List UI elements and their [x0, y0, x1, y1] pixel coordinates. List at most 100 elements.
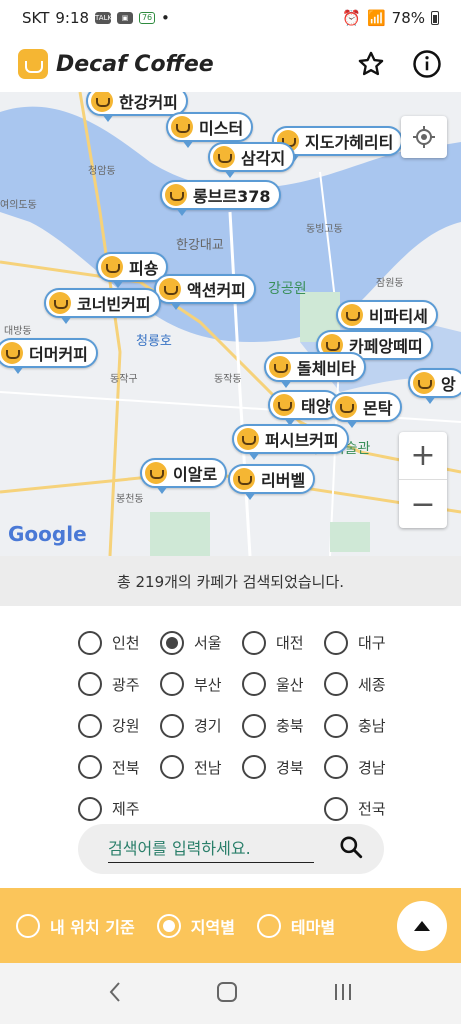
region-label: 전남	[194, 758, 222, 777]
radio-icon	[160, 713, 184, 738]
radio-icon	[160, 672, 184, 697]
star-icon	[358, 51, 384, 76]
region-row: 인천 서울 대전 대구	[78, 622, 408, 664]
region-option[interactable]: 광주	[78, 672, 160, 697]
region-label: 대전	[276, 634, 304, 653]
mode-option-region[interactable]: 지역별	[156, 913, 235, 938]
coffee-cup-icon	[273, 394, 295, 416]
coffee-cup-icon	[171, 116, 193, 138]
my-location-button[interactable]	[401, 116, 447, 158]
region-row: 전북 전남 경북 경남	[78, 747, 408, 789]
radio-icon	[324, 630, 348, 655]
mode-option-my-location[interactable]: 내 위치 기준	[16, 913, 135, 938]
crosshair-icon	[413, 126, 435, 148]
coffee-cup-icon	[233, 468, 255, 490]
cafe-pin[interactable]: 액션커피	[154, 274, 256, 310]
radio-icon	[324, 755, 348, 780]
region-label: 충북	[276, 717, 304, 736]
home-button[interactable]	[216, 981, 238, 1007]
cafe-pin[interactable]: 미스터	[166, 112, 254, 148]
cafe-pin[interactable]: 앙	[408, 368, 461, 404]
map-label: 동작동	[214, 374, 242, 385]
region-option[interactable]: 대구	[324, 630, 406, 655]
system-nav-bar	[0, 963, 461, 1024]
region-option[interactable]: 세종	[324, 672, 406, 697]
region-label: 울산	[276, 675, 304, 694]
carrier: SKT	[22, 9, 50, 27]
cafe-pin[interactable]: 이알로	[140, 458, 228, 494]
cafe-pin[interactable]: 퍼시브커피	[232, 424, 349, 460]
region-option[interactable]: 전남	[160, 755, 242, 780]
coffee-cup-icon	[49, 292, 71, 314]
wifi-icon: 📶	[366, 9, 386, 27]
region-row: 강원 경기 충북 충남	[78, 705, 408, 747]
search-button[interactable]	[338, 834, 364, 864]
cafe-pin[interactable]: 롱브르378	[160, 180, 281, 216]
map-label: 강공원	[268, 281, 307, 297]
region-option[interactable]: 충남	[324, 713, 406, 738]
radio-icon	[324, 672, 348, 697]
coffee-cup-icon	[413, 372, 435, 394]
region-option[interactable]: 강원	[78, 713, 160, 738]
cafe-pin[interactable]: 돌체비타	[264, 352, 366, 388]
region-option[interactable]: 전북	[78, 755, 160, 780]
app-notification-icon: 76	[139, 12, 156, 24]
region-option[interactable]: 경남	[324, 755, 406, 780]
radio-icon	[242, 755, 266, 780]
zoom-controls: + −	[399, 432, 447, 528]
region-label: 광주	[112, 675, 140, 694]
region-label: 세종	[358, 675, 386, 694]
map-label: 잠원동	[376, 278, 404, 289]
region-label: 강원	[112, 717, 140, 736]
battery-icon	[431, 11, 439, 25]
map-label: 청암동	[88, 166, 116, 177]
region-option[interactable]: 충북	[242, 713, 324, 738]
gallery-icon: ▣	[117, 12, 134, 24]
map-label: 대방동	[4, 326, 32, 337]
cafe-pin[interactable]: 한강커피	[86, 92, 188, 122]
radio-icon	[242, 713, 266, 738]
region-option[interactable]: 경기	[160, 713, 242, 738]
battery-text: 78%	[391, 9, 425, 27]
map-view[interactable]: 청암동 여의도동 한강대교 동빙고동 잠원동 대방동 청룡호 동작구 동작동 봉…	[0, 92, 461, 556]
info-button[interactable]	[409, 46, 445, 82]
app-bar: Decaf Coffee	[0, 36, 461, 92]
zoom-out-button[interactable]: −	[399, 480, 447, 528]
region-option[interactable]: 제주	[78, 796, 160, 821]
region-option[interactable]: 인천	[78, 630, 160, 655]
cafe-pin[interactable]: 비파티세	[336, 300, 438, 336]
zoom-in-button[interactable]: +	[399, 432, 447, 480]
coffee-cup-icon	[91, 92, 113, 112]
region-option[interactable]: 서울	[160, 630, 242, 655]
radio-icon	[256, 913, 281, 938]
radio-icon	[78, 713, 102, 738]
cafe-pin[interactable]: 리버벨	[228, 464, 316, 500]
radio-icon	[78, 755, 102, 780]
coffee-cup-icon	[159, 278, 181, 300]
region-option[interactable]: 전국	[324, 796, 406, 821]
region-option[interactable]: 울산	[242, 672, 324, 697]
map-label: 여의도동	[0, 200, 37, 211]
cafe-pin[interactable]: 삼각지	[208, 142, 296, 178]
app-title: Decaf Coffee	[56, 51, 214, 77]
app-logo-icon	[18, 49, 48, 79]
back-button[interactable]	[107, 981, 123, 1007]
region-label: 충남	[358, 717, 386, 736]
recents-button[interactable]	[332, 981, 354, 1007]
radio-icon	[242, 630, 266, 655]
cafe-pin[interactable]: 코너빈커피	[44, 288, 161, 324]
cafe-pin[interactable]: 더머커피	[0, 338, 98, 374]
info-icon	[413, 50, 441, 78]
favorite-star-button[interactable]	[353, 46, 389, 82]
region-option[interactable]: 경북	[242, 755, 324, 780]
region-option[interactable]: 대전	[242, 630, 324, 655]
search-input[interactable]	[108, 835, 314, 863]
collapse-panel-button[interactable]	[397, 901, 447, 951]
coffee-cup-icon	[341, 304, 363, 326]
radio-icon	[78, 796, 102, 821]
home-icon	[217, 981, 238, 1002]
mode-option-theme[interactable]: 테마별	[256, 913, 335, 938]
coffee-cup-icon	[101, 256, 123, 278]
region-option[interactable]: 부산	[160, 672, 242, 697]
cafe-pin[interactable]: 몬탁	[330, 392, 403, 428]
